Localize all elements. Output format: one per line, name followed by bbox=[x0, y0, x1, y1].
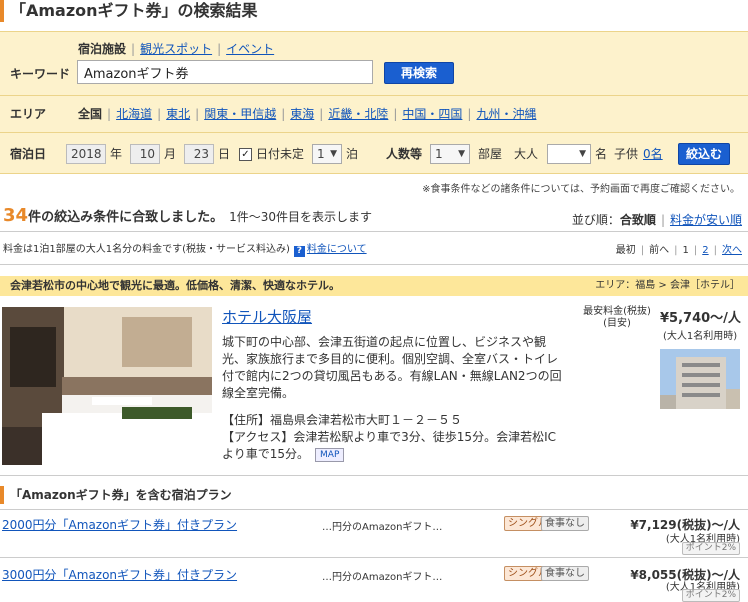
divider bbox=[0, 475, 748, 476]
help-icon: ? bbox=[293, 246, 305, 257]
nights-unit: 泊 bbox=[346, 147, 359, 161]
hotel-description: 城下町の中心部、会津五街道の起点に位置し、ビジネスや観光、家族旅行まで多目的に便… bbox=[222, 335, 562, 400]
sort-label: 並び順： bbox=[571, 213, 620, 227]
map-button[interactable]: MAP bbox=[315, 448, 345, 462]
fee-note: 料金は1泊1部屋の大人1名分の料金です(税抜・サービス料込み)? 料金について bbox=[3, 240, 367, 257]
result-count: 34件の絞込み条件に合致しました。 1件〜30件目を表示します bbox=[3, 205, 372, 226]
pager-prev: 前へ bbox=[649, 245, 670, 256]
result-count-number: 34 bbox=[3, 205, 29, 226]
year-unit: 年 bbox=[110, 147, 123, 161]
min-price-label: 最安料金(税抜) (目安) bbox=[578, 306, 656, 330]
sort-price-link[interactable]: 料金が安い順 bbox=[670, 213, 742, 227]
area-links: 全国 | 北海道 | 東北 | 関東・甲信越 | 東海 | 近畿・北陸 | 中国・四国 | 九州・沖縄 bbox=[78, 107, 537, 121]
hotel-name-link[interactable]: ホテル大阪屋 bbox=[222, 306, 312, 327]
plan-description: …円分のAmazonギフト… bbox=[322, 572, 443, 583]
hotel-catch-bar: 会津若松市の中心地で観光に最適。低価格、清潔、快適なホテル。 エリア：福島 > … bbox=[0, 276, 748, 296]
hotel-access-text: 【アクセス】会津若松駅より車で3分、徒歩15分。会津若松ICより車で15分。 bbox=[222, 430, 556, 461]
plan-meal-tag: 食事なし bbox=[541, 516, 589, 531]
pager-next[interactable]: 次へ bbox=[722, 245, 742, 256]
date-undecided-checkbox[interactable]: ✓ bbox=[239, 148, 252, 161]
chevron-down-icon: ▼ bbox=[458, 149, 465, 159]
hotel-exterior-thumbnail[interactable] bbox=[660, 349, 740, 409]
result-range: 1件〜30件目を表示します bbox=[229, 210, 372, 224]
chevron-down-icon: ▼ bbox=[330, 149, 337, 159]
fee-help-link[interactable]: 料金について bbox=[307, 244, 367, 255]
month-input[interactable]: 10 bbox=[130, 144, 160, 164]
hotel-price-note: (大人1名利用時) bbox=[663, 331, 738, 342]
area-kyushu[interactable]: 九州・沖縄 bbox=[476, 107, 536, 121]
plans-section-title: 「Amazonギフト券」を含む宿泊プラン bbox=[0, 486, 748, 504]
tab-event[interactable]: イベント bbox=[226, 42, 274, 56]
page-title: 「Amazonギフト券」の検索結果 bbox=[0, 0, 748, 22]
divider bbox=[0, 95, 748, 96]
day-unit: 日 bbox=[218, 147, 231, 161]
research-button[interactable]: 再検索 bbox=[384, 62, 454, 84]
divider bbox=[0, 231, 748, 232]
notice-text: ※食事条件などの諸条件については、予約画面で再度ご確認ください。 bbox=[422, 184, 740, 195]
keyword-label: キーワード bbox=[10, 67, 71, 81]
result-count-text: 件の絞込み条件に合致しました。 bbox=[28, 210, 224, 225]
search-tabs: 宿泊施設 | 観光スポット | イベント bbox=[78, 42, 275, 56]
plan-meal-tag: 食事なし bbox=[541, 566, 589, 581]
nights-value: 1 bbox=[317, 147, 325, 161]
children-label: 子供 bbox=[614, 147, 639, 161]
divider bbox=[0, 557, 748, 558]
area-tohoku[interactable]: 東北 bbox=[166, 107, 190, 121]
divider bbox=[0, 132, 748, 133]
area-kanto[interactable]: 関東・甲信越 bbox=[204, 107, 276, 121]
filter-button[interactable]: 絞込む bbox=[678, 143, 730, 165]
adults-select[interactable]: ▼ bbox=[547, 144, 591, 164]
date-undecided-label: 日付未定 bbox=[256, 147, 305, 161]
pager-current: 1 bbox=[682, 245, 689, 256]
tab-accommodation[interactable]: 宿泊施設 bbox=[78, 42, 126, 56]
sort-options: 並び順：合致順 | 料金が安い順 bbox=[571, 213, 742, 227]
rooms-unit: 部屋 bbox=[478, 147, 503, 161]
month-unit: 月 bbox=[164, 147, 177, 161]
hotel-catchphrase: 会津若松市の中心地で観光に最適。低価格、清潔、快適なホテル。 bbox=[10, 279, 340, 292]
rooms-select[interactable]: 1 ▼ bbox=[430, 144, 470, 164]
area-hokkaido[interactable]: 北海道 bbox=[116, 107, 152, 121]
year-input[interactable]: 2018 bbox=[66, 144, 106, 164]
hotel-address-block: 【住所】福島県会津若松市大町１－２－５５ 【アクセス】会津若松駅より車で3分、徒… bbox=[222, 412, 562, 463]
plan-name-link[interactable]: 2000円分「Amazonギフト券」付きプラン bbox=[2, 516, 237, 533]
sort-relevance[interactable]: 合致順 bbox=[620, 213, 656, 227]
tab-sightseeing[interactable]: 観光スポット bbox=[140, 42, 212, 56]
adults-label: 大人 bbox=[514, 147, 539, 161]
plan-name-link[interactable]: 3000円分「Amazonギフト券」付きプラン bbox=[2, 566, 237, 583]
hotel-access: 【アクセス】会津若松駅より車で3分、徒歩15分。会津若松ICより車で15分。 MA… bbox=[222, 429, 562, 463]
people-label: 人数等 bbox=[386, 147, 423, 161]
area-all[interactable]: 全国 bbox=[78, 107, 102, 121]
nights-select[interactable]: 1 ▼ bbox=[312, 144, 342, 164]
area-label: エリア bbox=[10, 107, 47, 121]
pager-first: 最初 bbox=[615, 245, 636, 256]
hotel-area: エリア：福島 > 会津［ホテル］ bbox=[595, 280, 740, 291]
fee-note-text: 料金は1泊1部屋の大人1名分の料金です(税抜・サービス料込み) bbox=[3, 244, 290, 255]
hotel-address: 【住所】福島県会津若松市大町１－２－５５ bbox=[222, 413, 463, 427]
pager-page-2[interactable]: 2 bbox=[702, 245, 708, 256]
plan-point-badge: ポイント2% bbox=[681, 542, 740, 555]
divider bbox=[0, 509, 748, 510]
area-chugoku[interactable]: 中国・四国 bbox=[402, 107, 462, 121]
area-tokai[interactable]: 東海 bbox=[290, 107, 314, 121]
day-input[interactable]: 23 bbox=[184, 144, 214, 164]
hotel-min-price: ¥5,740〜/人 bbox=[660, 311, 741, 326]
divider bbox=[0, 264, 748, 265]
date-label: 宿泊日 bbox=[10, 147, 47, 161]
rooms-value: 1 bbox=[435, 147, 443, 161]
plan-point-badge: ポイント2% bbox=[681, 589, 740, 602]
adults-unit: 名 bbox=[595, 147, 608, 161]
plan-description: …円分のAmazonギフト… bbox=[322, 522, 443, 533]
pager: 最初 | 前へ | 1 | 2 | 次へ bbox=[615, 245, 742, 256]
children-link[interactable]: 0名 bbox=[643, 144, 663, 164]
hotel-photo[interactable] bbox=[2, 307, 212, 465]
min-price-label-1: 最安料金(税抜) bbox=[583, 306, 651, 317]
area-kinki[interactable]: 近畿・北陸 bbox=[328, 107, 388, 121]
chevron-down-icon: ▼ bbox=[579, 149, 586, 159]
search-panel: 宿泊施設|観光スポット|イベント キーワード 再検索 エリア 全国|北海道|東北… bbox=[0, 31, 748, 174]
min-price-label-2: (目安) bbox=[603, 318, 631, 329]
keyword-input[interactable] bbox=[77, 60, 373, 84]
